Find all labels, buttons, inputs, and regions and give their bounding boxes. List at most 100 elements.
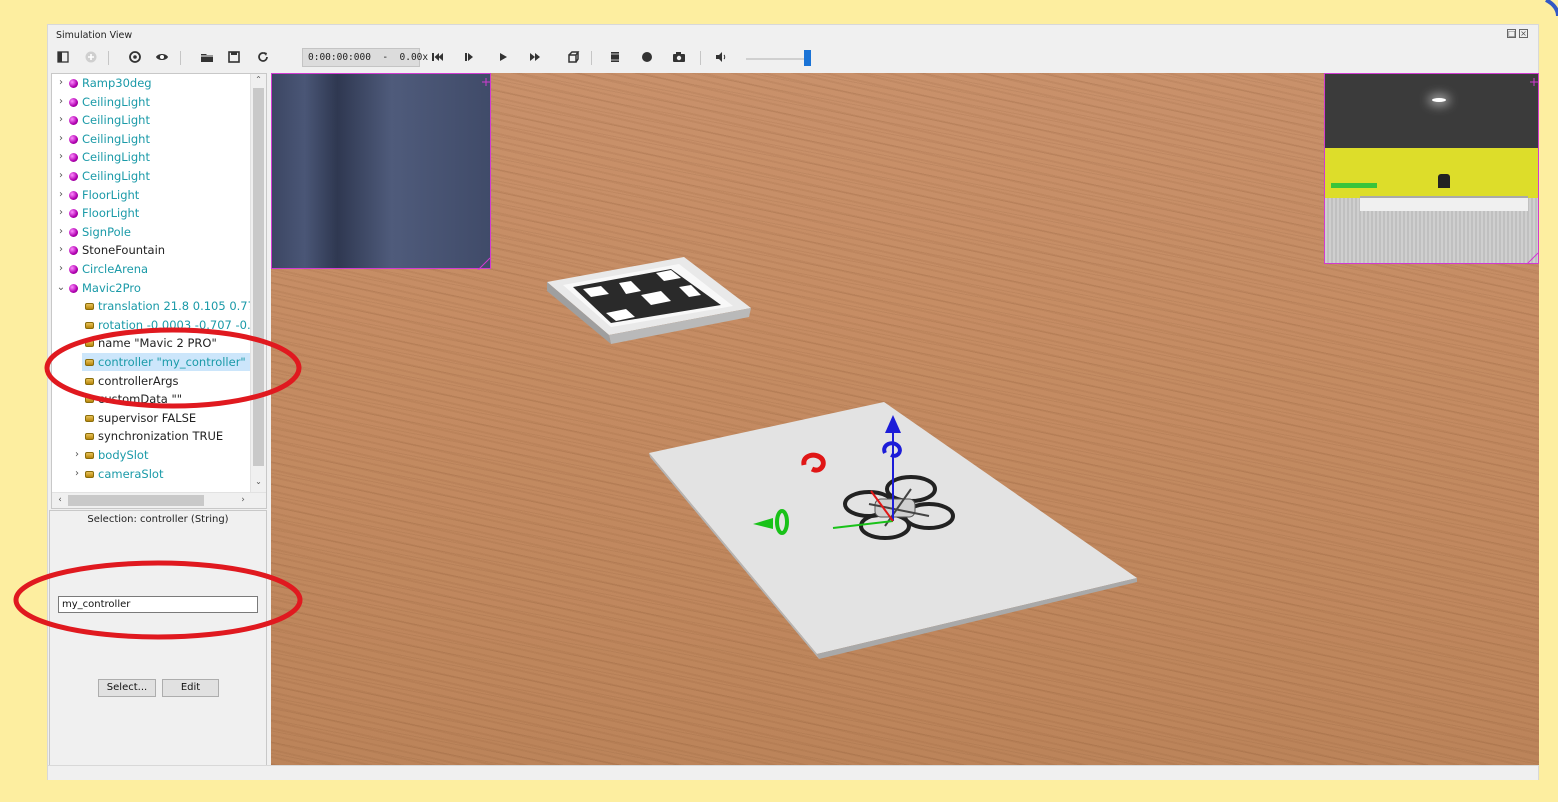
- simulation-time-display: 0:00:00:000 - 0.00x: [302, 48, 428, 67]
- status-bar: [48, 765, 1538, 780]
- corner-badge-icon: [1545, 0, 1558, 17]
- node-icon: [69, 209, 78, 219]
- qr-marker: [547, 257, 751, 344]
- close-icon[interactable]: ×: [1519, 29, 1528, 38]
- horizontal-scrollbar[interactable]: ‹ ›: [52, 492, 266, 508]
- node-icon: [69, 246, 78, 256]
- record-dot-icon[interactable]: [638, 48, 658, 68]
- chevron-right-icon[interactable]: ›: [72, 465, 82, 483]
- tree-label: synchronization TRUE: [98, 429, 224, 444]
- chevron-right-icon[interactable]: ›: [56, 93, 66, 111]
- scroll-left-icon[interactable]: ‹: [53, 494, 67, 508]
- restore-icon[interactable]: □: [1507, 29, 1516, 38]
- record-movie-icon[interactable]: [606, 48, 626, 68]
- field-icon: [85, 340, 94, 348]
- scroll-down-icon[interactable]: ⌄: [251, 476, 266, 488]
- controller-value-input[interactable]: [58, 596, 258, 613]
- window-title: Simulation View: [56, 30, 133, 41]
- horizontal-scroll-thumb[interactable]: [68, 495, 204, 506]
- vertical-scrollbar[interactable]: ⌃ ⌄: [250, 74, 266, 492]
- field-icon: [85, 452, 94, 459]
- volume-icon[interactable]: [712, 48, 732, 68]
- tree-label: Mavic2Pro: [82, 280, 141, 295]
- chevron-right-icon[interactable]: ›: [56, 111, 66, 129]
- node-icon: [69, 265, 78, 274]
- tree-label: translation 21.8 0.105 0.772: [98, 299, 263, 314]
- chevron-right-icon[interactable]: ›: [56, 260, 66, 278]
- toolbar: 0:00:00:000 - 0.00x: [48, 45, 1538, 71]
- vertical-scroll-thumb[interactable]: [253, 88, 264, 466]
- add-node-icon[interactable]: [82, 48, 102, 68]
- robot-camera-overlay: [1324, 73, 1539, 264]
- toggle-panel-icon[interactable]: [54, 48, 74, 68]
- step-back-icon[interactable]: [428, 48, 448, 68]
- box-icon[interactable]: [564, 48, 584, 68]
- chevron-right-icon[interactable]: ›: [56, 204, 66, 222]
- chevron-right-icon[interactable]: ›: [56, 241, 66, 259]
- tree-label: bodySlot: [98, 448, 149, 462]
- tree-label: controllerArgs: [98, 373, 179, 388]
- simulation-view-window: Simulation View □ × 0:00:00:000 - 0.00x: [47, 24, 1539, 780]
- edit-button[interactable]: Edit: [162, 679, 219, 697]
- field-icon: [85, 433, 94, 441]
- selection-label: Selection: controller (String): [87, 514, 229, 525]
- scroll-up-icon[interactable]: ⌃: [251, 74, 266, 86]
- node-icon: [69, 190, 78, 200]
- scroll-right-icon[interactable]: ›: [236, 494, 250, 508]
- tree-label: CeilingLight: [82, 131, 150, 146]
- volume-slider-track[interactable]: [746, 58, 808, 60]
- node-icon: [69, 134, 78, 144]
- chevron-right-icon[interactable]: ›: [56, 130, 66, 148]
- field-icon: [85, 396, 94, 404]
- tree-label: CeilingLight: [82, 150, 150, 165]
- node-icon: [69, 116, 78, 126]
- chevron-down-icon[interactable]: ⌄: [56, 279, 66, 297]
- tree-label: FloorLight: [82, 187, 140, 202]
- node-icon: [69, 153, 78, 163]
- node-icon: [69, 283, 78, 293]
- tree-label: customData "": [98, 392, 183, 407]
- tree-label: name "Mavic 2 PRO": [98, 336, 217, 351]
- camera-icon[interactable]: [670, 48, 690, 68]
- node-icon: [69, 227, 78, 237]
- node-icon: [69, 172, 78, 181]
- chevron-right-icon[interactable]: ›: [56, 223, 66, 241]
- tree-label: FloorLight: [82, 206, 140, 221]
- select-button[interactable]: Select...: [98, 679, 156, 697]
- field-icon: [85, 414, 94, 422]
- tree-label: CeilingLight: [82, 113, 150, 128]
- tree-label: SignPole: [82, 224, 131, 239]
- play-icon[interactable]: [494, 48, 514, 68]
- chevron-right-icon[interactable]: ›: [56, 74, 66, 92]
- 3d-viewport[interactable]: [271, 73, 1539, 765]
- tree-label: CircleArena: [82, 262, 149, 276]
- reset-viewpoint-icon[interactable]: [126, 48, 146, 68]
- tree-label: rotation -0.0003 -0.707 -0.7: [98, 317, 258, 332]
- node-icon: [69, 97, 78, 107]
- chevron-right-icon[interactable]: ›: [56, 167, 66, 185]
- chevron-right-icon[interactable]: ›: [72, 446, 82, 464]
- tree-label: controller "my_controller": [98, 355, 246, 369]
- tree-label: StoneFountain: [82, 243, 166, 258]
- tree-label: CeilingLight: [82, 94, 150, 109]
- open-folder-icon[interactable]: [198, 48, 218, 68]
- fast-forward-icon[interactable]: [526, 48, 546, 68]
- field-icon: [85, 303, 94, 311]
- save-icon[interactable]: [225, 48, 245, 68]
- node-icon: [69, 79, 78, 88]
- reload-icon[interactable]: [254, 48, 274, 68]
- window-controls: □ ×: [1507, 29, 1528, 38]
- eye-icon[interactable]: [153, 48, 173, 68]
- tree-label: cameraSlot: [98, 466, 164, 481]
- tree-label: supervisor FALSE: [98, 410, 197, 425]
- field-icon: [85, 470, 94, 478]
- tree-label: Ramp30deg: [82, 76, 152, 90]
- field-icon: [85, 359, 94, 366]
- field-editor: Selection: controller (String) Select...…: [49, 510, 267, 780]
- chevron-right-icon[interactable]: ›: [56, 148, 66, 166]
- step-forward-icon[interactable]: [460, 48, 480, 68]
- chevron-right-icon[interactable]: ›: [56, 186, 66, 204]
- title-bar: Simulation View □ ×: [48, 25, 1538, 45]
- volume-slider-handle[interactable]: [804, 50, 811, 66]
- field-icon: [85, 377, 94, 385]
